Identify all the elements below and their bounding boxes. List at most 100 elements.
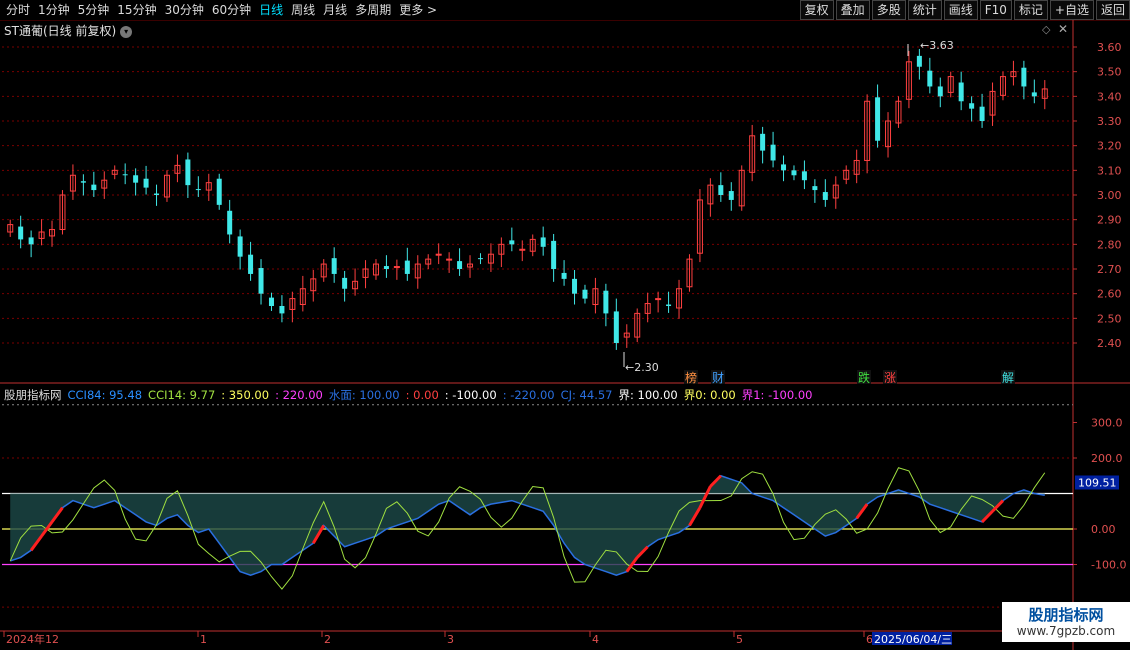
indicator-tick-label: 0.00 <box>1091 523 1116 536</box>
indicator-value-0: CCI84: 95.48 <box>67 388 143 402</box>
chart-canvas[interactable]: 3.60 3.50 3.40 3.30 3.20 3.10 3.00 2.90 2.80 2.70… <box>0 0 1130 650</box>
candle-body-down <box>822 192 828 200</box>
price-tick-label: 3.50 <box>1097 66 1122 79</box>
candle-body-down <box>969 103 975 109</box>
cci84-line <box>9 474 1045 576</box>
candle-body-down <box>927 70 933 87</box>
price-tick-label: 3.00 <box>1097 189 1122 202</box>
price-tick-label: 2.90 <box>1097 214 1122 227</box>
candle-body-down <box>603 290 609 314</box>
indicator-value-11: 界1: -100.00 <box>741 388 813 402</box>
candle-body-down <box>28 237 34 245</box>
time-label: 5 <box>736 633 743 646</box>
candle-body-down <box>154 193 160 195</box>
candle-body-up <box>655 298 662 301</box>
time-label: 4 <box>592 633 599 646</box>
candle-body-down <box>728 191 734 200</box>
indicator-value-6: : -100.00 <box>444 388 497 402</box>
candle-body-down <box>561 272 567 279</box>
price-tick-label: 3.30 <box>1097 115 1122 128</box>
candle-body-down <box>509 240 515 245</box>
candle-body-down <box>666 304 672 306</box>
candle-body-down <box>248 254 254 274</box>
price-tick-label: 3.60 <box>1097 41 1122 54</box>
indicator-header: 股朋指标网 CCI84: 95.48 CCI14: 9.77 : 350.00 : 2… <box>4 387 818 403</box>
candle-body-down <box>18 226 24 240</box>
candle-body-down <box>801 171 807 181</box>
price-tick-label: 3.10 <box>1097 164 1122 177</box>
price-tick-label: 2.80 <box>1097 238 1122 251</box>
indicator-value-2: : 350.00 <box>221 388 270 402</box>
candle-body-down <box>227 210 233 235</box>
candle-body-down <box>342 277 348 289</box>
time-label: 6 <box>866 633 873 646</box>
candle-body-up <box>435 253 442 256</box>
time-label: 2024年12 <box>6 632 59 646</box>
candle-body-down <box>551 240 557 269</box>
candle-body-up <box>393 266 400 269</box>
candle-body-down <box>572 278 578 294</box>
candle-body-down <box>1021 67 1027 87</box>
event-tag: 涨 <box>884 370 896 385</box>
watermark: 股朋指标网 www.7gpzb.com <box>1002 602 1130 642</box>
candle-body-down <box>979 106 985 121</box>
indicator-value-7: : -220.00 <box>502 388 555 402</box>
indicator-value-8: CJ: 44.57 <box>560 388 613 402</box>
time-label: 3 <box>447 633 454 646</box>
low-annotation: ←2.30 <box>625 361 659 374</box>
indicator-value-3: : 220.00 <box>275 388 323 402</box>
indicator-tick-label: -100.0 <box>1091 559 1126 572</box>
candle-body-down <box>91 184 97 191</box>
candle-body-down <box>279 306 285 314</box>
candle-body-down <box>133 175 139 183</box>
indicator-value-9: 界: 100.00 <box>618 388 678 402</box>
candle-body-down <box>237 236 243 257</box>
candle-body-down <box>718 185 724 195</box>
candle-body-up <box>446 258 453 261</box>
current-value-label: 109.51 <box>1078 477 1117 490</box>
candle-body-down <box>216 178 222 205</box>
indicator-name[interactable]: 股朋指标网 <box>4 387 62 403</box>
candle-body-down <box>916 55 922 67</box>
candle-body-down <box>80 181 86 183</box>
time-label: 2 <box>324 633 331 646</box>
price-tick-label: 2.50 <box>1097 312 1122 325</box>
indicator-tick-label: 300.0 <box>1091 417 1123 430</box>
indicator-value-4: 水面: 100.00 <box>328 388 400 402</box>
price-tick-label: 3.20 <box>1097 140 1122 153</box>
candle-body-down <box>195 189 201 191</box>
candle-body-down <box>760 133 766 151</box>
candle-body-down <box>258 268 264 294</box>
candle-body-down <box>457 261 463 269</box>
candle-body-down <box>143 178 149 188</box>
candle-body-down <box>875 97 881 141</box>
candle-body-down <box>937 86 943 97</box>
candle-body-down <box>1031 92 1037 97</box>
candle-body-down <box>268 297 274 306</box>
time-label: 1 <box>200 633 207 646</box>
price-tick-label: 2.70 <box>1097 263 1122 276</box>
high-annotation: ←3.63 <box>920 39 954 52</box>
candle-body-down <box>781 164 787 171</box>
candle-body-down <box>958 82 964 102</box>
candle-body-down <box>540 237 546 247</box>
candle-body-up <box>519 248 526 251</box>
indicator-value-10: 界0: 0.00 <box>683 388 736 402</box>
watermark-url: www.7gpzb.com <box>1016 624 1116 638</box>
indicator-value-5: : 0.00 <box>405 388 439 402</box>
candle-body-down <box>812 186 818 191</box>
candle-body-down <box>477 258 483 260</box>
cci84-area <box>10 475 1045 576</box>
price-tick-label: 3.40 <box>1097 90 1122 103</box>
cursor-date: 2025/06/04/三 <box>874 633 952 646</box>
event-tag: 解 <box>1002 371 1014 385</box>
candle-body-down <box>791 170 797 176</box>
candle-body-down <box>185 159 191 186</box>
event-tag: 榜 <box>685 370 697 385</box>
indicator-value-1: CCI14: 9.77 <box>148 388 216 402</box>
candle-body-down <box>404 260 410 274</box>
watermark-title: 股朋指标网 <box>1028 606 1104 624</box>
price-tick-label: 2.40 <box>1097 337 1122 350</box>
candle-body-down <box>331 258 337 274</box>
event-tag: 跌 <box>858 370 870 385</box>
